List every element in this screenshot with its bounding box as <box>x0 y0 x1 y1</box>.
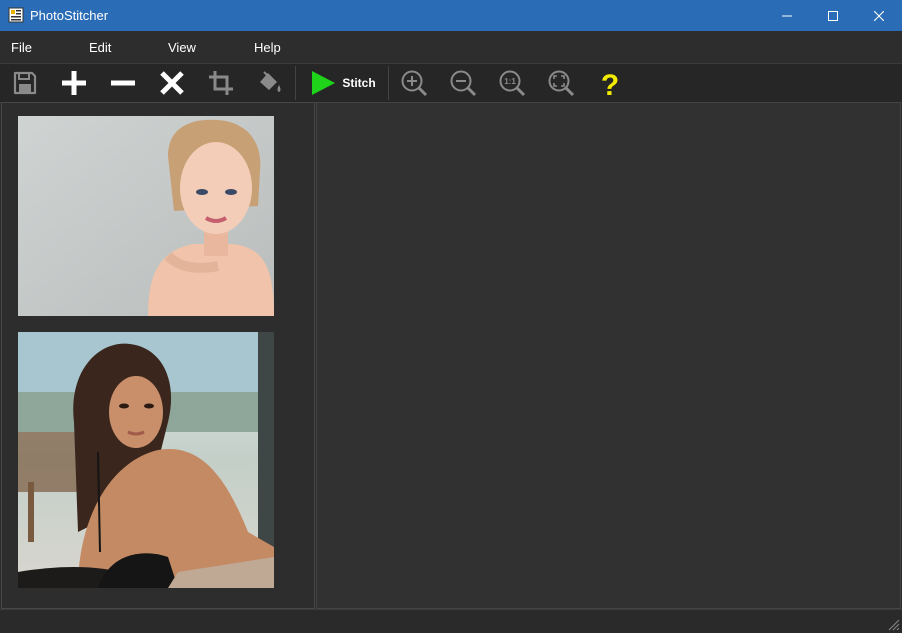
toolbar-separator <box>388 66 389 100</box>
help-glyph: ? <box>601 69 619 98</box>
help-icon: ? <box>601 69 619 98</box>
app-icon <box>8 7 24 23</box>
photo-thumbnail-1[interactable] <box>18 116 274 316</box>
remove-icon <box>111 80 135 86</box>
menu-edit[interactable]: Edit <box>89 40 111 55</box>
save-button[interactable] <box>6 64 44 102</box>
title-bar: PhotoStitcher <box>0 0 902 31</box>
minimize-button[interactable] <box>764 0 810 31</box>
menu-view[interactable]: View <box>168 40 196 55</box>
status-bar <box>0 609 902 633</box>
clear-button[interactable] <box>153 64 191 102</box>
fill-color-icon <box>260 71 281 92</box>
photo-list-panel[interactable] <box>1 102 315 609</box>
photo-thumbnail-2[interactable] <box>18 332 274 588</box>
stitch-label: Stitch <box>342 76 376 90</box>
zoom-in-icon <box>401 70 428 97</box>
toolbar: Stitch 1:1 ? <box>0 63 902 103</box>
add-icon <box>62 71 86 95</box>
fill-color-button[interactable] <box>251 64 289 102</box>
remove-button[interactable] <box>104 64 142 102</box>
actual-size-icon: 1:1 <box>499 70 526 97</box>
fit-to-window-button[interactable] <box>542 64 580 102</box>
save-icon <box>13 71 37 95</box>
maximize-button[interactable] <box>810 0 856 31</box>
photo-blonde-woman <box>18 116 274 316</box>
stitch-button[interactable]: Stitch <box>304 64 382 102</box>
resize-grip-icon[interactable] <box>888 619 900 631</box>
actual-size-text: 1:1 <box>504 77 516 86</box>
menu-file[interactable]: File <box>11 40 32 55</box>
minimize-icon <box>782 15 792 16</box>
crop-icon <box>209 71 233 95</box>
zoom-out-icon <box>450 70 477 97</box>
photo-brunette-woman <box>18 332 274 588</box>
zoom-in-button[interactable] <box>395 64 433 102</box>
close-icon <box>874 10 884 21</box>
zoom-out-button[interactable] <box>444 64 482 102</box>
window-title: PhotoStitcher <box>30 8 109 23</box>
actual-size-button[interactable]: 1:1 <box>493 64 531 102</box>
play-icon <box>312 71 336 95</box>
menu-bar: File Edit View Help <box>0 31 902 63</box>
fit-to-window-icon <box>548 70 575 97</box>
toolbar-separator <box>295 66 296 100</box>
clear-icon <box>160 71 184 95</box>
maximize-icon <box>828 10 838 21</box>
menu-help[interactable]: Help <box>254 40 281 55</box>
close-button[interactable] <box>856 0 902 31</box>
crop-button[interactable] <box>202 64 240 102</box>
add-button[interactable] <box>55 64 93 102</box>
stitch-canvas[interactable] <box>316 102 901 609</box>
help-button[interactable]: ? <box>591 64 629 102</box>
